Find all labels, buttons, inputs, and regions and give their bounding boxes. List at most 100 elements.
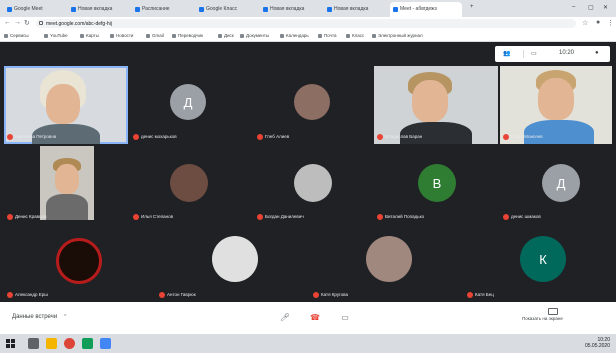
chrome-icon[interactable] <box>64 338 75 349</box>
participant-tile[interactable]: Денис Кравцов <box>4 146 128 224</box>
camera-button[interactable]: ▭ <box>338 311 352 325</box>
profile-icon[interactable]: ● <box>596 19 600 26</box>
tab-favicon-icon <box>135 7 140 12</box>
participant-name-text: Катя Кругова <box>321 292 348 297</box>
present-screen-icon <box>548 308 558 315</box>
participants-icon[interactable]: 👥 <box>503 50 510 57</box>
tab-label: Новая вкладка <box>270 6 305 12</box>
participant-name-text: денис мохарьков <box>141 134 177 139</box>
mic-off-icon <box>7 214 13 220</box>
tab-label: Google Класс <box>206 6 238 12</box>
chevron-up-icon: ⌃ <box>63 314 68 320</box>
participant-video <box>40 146 94 220</box>
participant-tile[interactable]: Богдан Данилевич <box>254 146 372 224</box>
bookmark-item[interactable]: Почта <box>318 33 337 38</box>
chat-icon[interactable]: ▭ <box>531 50 537 57</box>
participant-name-text: Глеб Алиев <box>265 134 290 139</box>
mic-off-icon <box>159 292 165 298</box>
browser-tab[interactable]: Google Meet <box>4 2 66 17</box>
participant-name: Саша Моисеев <box>503 133 543 141</box>
bookmarks-bar: Сервисы YouTube Карты Новости Gmail Пере… <box>0 30 616 42</box>
end-call-button[interactable]: ☎ <box>308 311 322 325</box>
app-icon[interactable] <box>100 338 111 349</box>
bookmark-item[interactable]: Переводчик <box>172 33 203 38</box>
participant-avatar <box>212 236 258 282</box>
close-window-icon[interactable]: ✕ <box>603 4 608 11</box>
url-input[interactable]: meet.google.com/abc-defg-hij <box>36 19 576 28</box>
participant-name: Антон Гаврюк <box>159 291 196 299</box>
participant-tile[interactable]: Александр Ерш <box>4 228 152 302</box>
browser-tab[interactable]: Новая вкладка <box>260 2 322 17</box>
participant-tile[interactable]: Д денис шмаков <box>500 146 612 224</box>
back-icon[interactable]: ← <box>4 19 11 26</box>
participant-name-text: Денис Кравцов <box>15 214 47 219</box>
participant-avatar: Д <box>542 164 580 202</box>
tab-label: Новая вкладка <box>334 6 369 12</box>
bookmark-item[interactable]: Класс <box>346 33 364 38</box>
mic-off-icon <box>133 214 139 220</box>
mic-off-icon <box>467 292 473 298</box>
participant-name: Владислав Баран <box>377 133 422 141</box>
meeting-details-button[interactable]: Данные встречи ⌃ <box>12 314 67 320</box>
bookmark-item[interactable]: Диск <box>218 33 234 38</box>
mic-off-icon <box>7 292 13 298</box>
screen: Google Meet Новая вкладка Расписание Goo… <box>0 0 616 353</box>
participant-tile[interactable]: К Катя Бец <box>464 228 612 302</box>
windows-start-icon[interactable] <box>6 339 15 348</box>
bookmark-item[interactable]: Новости <box>110 33 133 38</box>
divider <box>523 50 524 58</box>
tab-favicon-icon <box>263 7 268 12</box>
bookmark-item[interactable]: Gmail <box>146 33 164 38</box>
participant-tile[interactable]: В Виталий Попадько <box>374 146 498 224</box>
lock-icon <box>39 21 43 25</box>
participant-tile[interactable]: Илья Степанов <box>130 146 252 224</box>
user-avatar-icon[interactable]: ● <box>595 50 599 56</box>
participant-name-text: Светлана Петровна <box>15 134 57 139</box>
participant-tile[interactable]: Д денис мохарьков <box>130 66 252 144</box>
participant-name-text: Александр Ерш <box>15 292 48 297</box>
participant-tile[interactable]: Владислав Баран <box>374 66 498 144</box>
participant-avatar <box>294 84 330 120</box>
participant-video <box>55 164 79 194</box>
mic-off-icon <box>313 292 319 298</box>
search-icon[interactable] <box>28 338 39 349</box>
browser-tab[interactable]: Новая вкладка <box>68 2 130 17</box>
forward-icon[interactable]: → <box>14 19 21 26</box>
present-screen-button[interactable]: Показать на экране <box>522 316 563 321</box>
app-icon[interactable] <box>82 338 93 349</box>
mic-off-icon <box>257 214 263 220</box>
participant-tile[interactable]: Антон Гаврюк <box>156 228 306 302</box>
participant-tile[interactable]: Светлана Петровна <box>4 66 128 144</box>
mic-button[interactable]: 🎤︎ <box>278 311 292 325</box>
browser-tab[interactable]: Google Класс <box>196 2 258 17</box>
bookmark-item[interactable]: Календарь <box>280 33 309 38</box>
new-tab-button[interactable]: + <box>470 4 474 10</box>
participant-tile[interactable]: Саша Моисеев <box>500 66 612 144</box>
participant-name: денис шмаков <box>503 213 541 221</box>
file-explorer-icon[interactable] <box>46 338 57 349</box>
bookmark-item[interactable]: YouTube <box>44 33 68 38</box>
bookmark-item[interactable]: Карты <box>80 33 99 38</box>
menu-icon[interactable]: ⋮ <box>607 19 614 27</box>
participant-avatar <box>366 236 412 282</box>
bookmark-item[interactable]: Сервисы <box>4 33 29 38</box>
participant-tile[interactable]: Катя Кругова <box>310 228 460 302</box>
browser-tab[interactable]: Новая вкладка <box>324 2 386 17</box>
tab-label: Google Meet <box>14 6 43 12</box>
minimize-icon[interactable]: – <box>572 4 575 10</box>
maximize-icon[interactable]: ▢ <box>588 4 594 11</box>
tab-favicon-icon <box>199 7 204 12</box>
participant-avatar: Д <box>170 84 206 120</box>
participant-tile[interactable]: Глеб Алиев <box>254 66 372 144</box>
star-icon[interactable]: ☆ <box>582 19 588 27</box>
reload-icon[interactable]: ↻ <box>24 19 30 27</box>
tab-favicon-icon <box>327 7 332 12</box>
participant-name: Катя Кругова <box>313 291 348 299</box>
mic-off-icon <box>133 134 139 140</box>
browser-tab-active[interactable]: Meet - абвгдежз <box>390 2 462 17</box>
system-clock[interactable]: 10:20 05.05.2020 <box>585 337 610 349</box>
bookmark-item[interactable]: Документы <box>240 33 269 38</box>
bookmark-item[interactable]: Электронный журнал <box>372 33 423 38</box>
browser-tab[interactable]: Расписание <box>132 2 194 17</box>
participant-name-text: Владислав Баран <box>385 134 423 139</box>
